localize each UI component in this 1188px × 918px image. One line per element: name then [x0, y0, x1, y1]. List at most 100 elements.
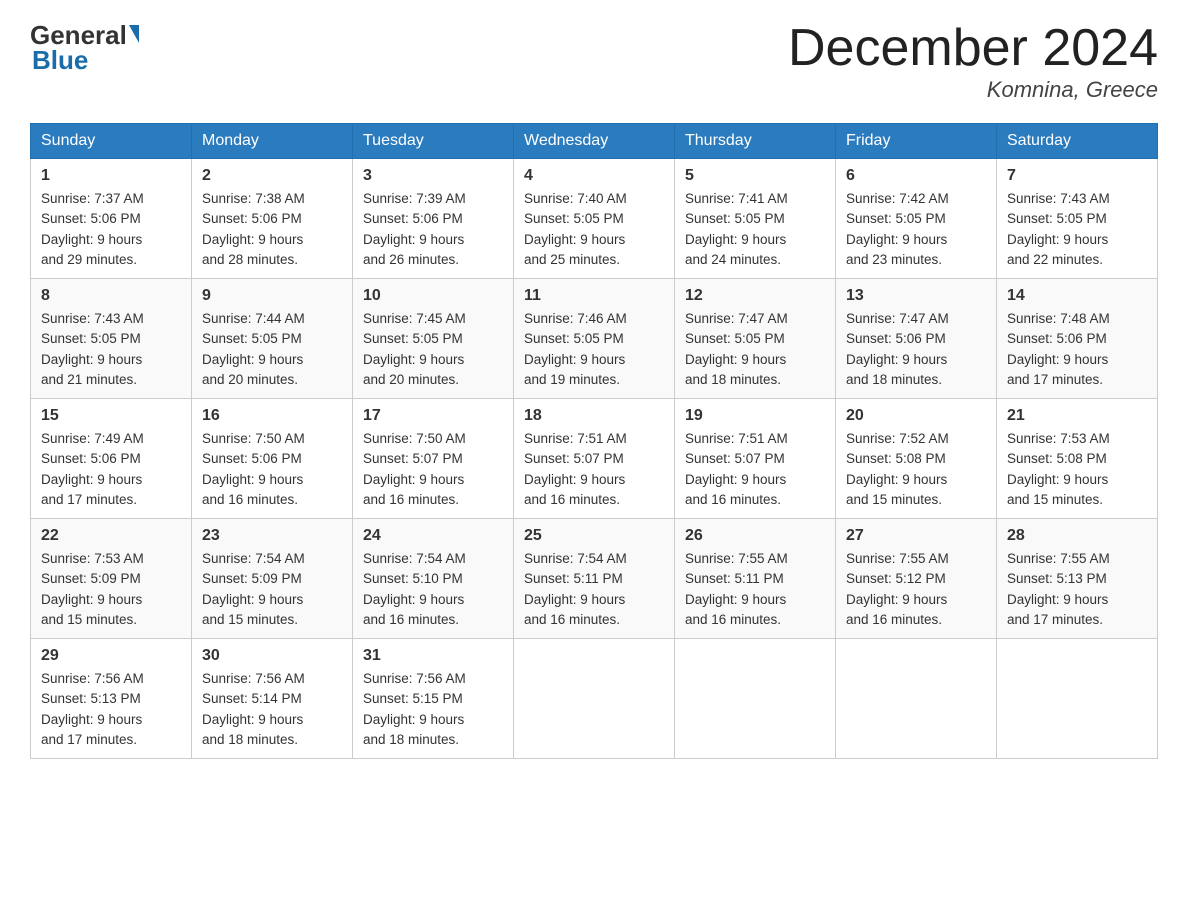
- calendar-cell: 9Sunrise: 7:44 AMSunset: 5:05 PMDaylight…: [192, 279, 353, 399]
- page-header: General Blue December 2024 Komnina, Gree…: [30, 20, 1158, 103]
- calendar-cell: 30 Sunrise: 7:56 AMSunset: 5:14 PMDayligh…: [192, 639, 353, 759]
- day-info: Sunrise: 7:55 AMSunset: 5:13 PMDaylight:…: [1007, 549, 1147, 630]
- day-number: 21: [1007, 407, 1147, 425]
- day-info: Sunrise: 7:46 AMSunset: 5:05 PMDaylight:…: [524, 309, 664, 390]
- day-info: Sunrise: 7:54 AMSunset: 5:09 PMDaylight:…: [202, 549, 342, 630]
- calendar-cell: 19 Sunrise: 7:51 AMSunset: 5:07 PMDayligh…: [675, 399, 836, 519]
- day-number: 30: [202, 647, 342, 665]
- calendar-cell: 18 Sunrise: 7:51 AMSunset: 5:07 PMDayligh…: [514, 399, 675, 519]
- day-info: Sunrise: 7:53 AMSunset: 5:09 PMDaylight:…: [41, 549, 181, 630]
- calendar-cell: 5 Sunrise: 7:41 AMSunset: 5:05 PMDaylight…: [675, 159, 836, 279]
- day-info: Sunrise: 7:49 AMSunset: 5:06 PMDaylight:…: [41, 429, 181, 510]
- calendar-cell: 7 Sunrise: 7:43 AMSunset: 5:05 PMDaylight…: [997, 159, 1158, 279]
- day-number: 1: [41, 167, 181, 185]
- day-number: 2: [202, 167, 342, 185]
- day-number: 20: [846, 407, 986, 425]
- calendar-cell: [514, 639, 675, 759]
- week-row-2: 8 Sunrise: 7:43 AMSunset: 5:05 PMDaylight…: [31, 279, 1158, 399]
- calendar-cell: [997, 639, 1158, 759]
- weekday-header-wednesday: Wednesday: [514, 124, 675, 159]
- calendar-cell: 26Sunrise: 7:55 AMSunset: 5:11 PMDayligh…: [675, 519, 836, 639]
- day-number: 25: [524, 527, 664, 545]
- weekday-header-row: SundayMondayTuesdayWednesdayThursdayFrid…: [31, 124, 1158, 159]
- day-info: Sunrise: 7:56 AMSunset: 5:13 PMDaylight:…: [41, 669, 181, 750]
- calendar-cell: 15Sunrise: 7:49 AMSunset: 5:06 PMDayligh…: [31, 399, 192, 519]
- day-number: 14: [1007, 287, 1147, 305]
- calendar-cell: 21 Sunrise: 7:53 AMSunset: 5:08 PMDayligh…: [997, 399, 1158, 519]
- day-info: Sunrise: 7:42 AMSunset: 5:05 PMDaylight:…: [846, 189, 986, 270]
- day-number: 7: [1007, 167, 1147, 185]
- day-info: Sunrise: 7:48 AMSunset: 5:06 PMDaylight:…: [1007, 309, 1147, 390]
- month-title: December 2024: [788, 20, 1158, 77]
- calendar-cell: 2 Sunrise: 7:38 AMSunset: 5:06 PMDaylight…: [192, 159, 353, 279]
- calendar-cell: 3Sunrise: 7:39 AMSunset: 5:06 PMDaylight…: [353, 159, 514, 279]
- day-info: Sunrise: 7:55 AMSunset: 5:12 PMDaylight:…: [846, 549, 986, 630]
- calendar-cell: 22 Sunrise: 7:53 AMSunset: 5:09 PMDayligh…: [31, 519, 192, 639]
- day-info: Sunrise: 7:47 AMSunset: 5:06 PMDaylight:…: [846, 309, 986, 390]
- weekday-header-sunday: Sunday: [31, 124, 192, 159]
- calendar-cell: 16Sunrise: 7:50 AMSunset: 5:06 PMDayligh…: [192, 399, 353, 519]
- weekday-header-tuesday: Tuesday: [353, 124, 514, 159]
- calendar-cell: 6Sunrise: 7:42 AMSunset: 5:05 PMDaylight…: [836, 159, 997, 279]
- logo-blue-text: Blue: [32, 45, 88, 76]
- day-info: Sunrise: 7:54 AMSunset: 5:10 PMDaylight:…: [363, 549, 503, 630]
- calendar-cell: 27 Sunrise: 7:55 AMSunset: 5:12 PMDayligh…: [836, 519, 997, 639]
- day-number: 19: [685, 407, 825, 425]
- calendar-cell: 10 Sunrise: 7:45 AMSunset: 5:05 PMDayligh…: [353, 279, 514, 399]
- title-area: December 2024 Komnina, Greece: [788, 20, 1158, 103]
- day-number: 5: [685, 167, 825, 185]
- day-info: Sunrise: 7:51 AMSunset: 5:07 PMDaylight:…: [685, 429, 825, 510]
- day-number: 24: [363, 527, 503, 545]
- day-info: Sunrise: 7:51 AMSunset: 5:07 PMDaylight:…: [524, 429, 664, 510]
- day-number: 27: [846, 527, 986, 545]
- location-subtitle: Komnina, Greece: [788, 77, 1158, 103]
- day-info: Sunrise: 7:47 AMSunset: 5:05 PMDaylight:…: [685, 309, 825, 390]
- calendar-cell: 28Sunrise: 7:55 AMSunset: 5:13 PMDayligh…: [997, 519, 1158, 639]
- week-row-1: 1 Sunrise: 7:37 AMSunset: 5:06 PMDaylight…: [31, 159, 1158, 279]
- week-row-4: 22 Sunrise: 7:53 AMSunset: 5:09 PMDayligh…: [31, 519, 1158, 639]
- calendar-cell: 1 Sunrise: 7:37 AMSunset: 5:06 PMDaylight…: [31, 159, 192, 279]
- day-number: 16: [202, 407, 342, 425]
- day-number: 23: [202, 527, 342, 545]
- day-info: Sunrise: 7:37 AMSunset: 5:06 PMDaylight:…: [41, 189, 181, 270]
- day-info: Sunrise: 7:41 AMSunset: 5:05 PMDaylight:…: [685, 189, 825, 270]
- calendar-cell: 20 Sunrise: 7:52 AMSunset: 5:08 PMDayligh…: [836, 399, 997, 519]
- day-info: Sunrise: 7:52 AMSunset: 5:08 PMDaylight:…: [846, 429, 986, 510]
- day-number: 10: [363, 287, 503, 305]
- day-number: 22: [41, 527, 181, 545]
- day-info: Sunrise: 7:50 AMSunset: 5:07 PMDaylight:…: [363, 429, 503, 510]
- calendar-cell: [836, 639, 997, 759]
- calendar-cell: 23 Sunrise: 7:54 AMSunset: 5:09 PMDayligh…: [192, 519, 353, 639]
- day-info: Sunrise: 7:43 AMSunset: 5:05 PMDaylight:…: [1007, 189, 1147, 270]
- day-number: 8: [41, 287, 181, 305]
- week-row-5: 29 Sunrise: 7:56 AMSunset: 5:13 PMDayligh…: [31, 639, 1158, 759]
- calendar-cell: 29 Sunrise: 7:56 AMSunset: 5:13 PMDayligh…: [31, 639, 192, 759]
- day-info: Sunrise: 7:55 AMSunset: 5:11 PMDaylight:…: [685, 549, 825, 630]
- logo-triangle-icon: [129, 25, 139, 43]
- calendar-cell: 4Sunrise: 7:40 AMSunset: 5:05 PMDaylight…: [514, 159, 675, 279]
- weekday-header-friday: Friday: [836, 124, 997, 159]
- day-number: 18: [524, 407, 664, 425]
- calendar-cell: 11Sunrise: 7:46 AMSunset: 5:05 PMDayligh…: [514, 279, 675, 399]
- calendar-cell: 8 Sunrise: 7:43 AMSunset: 5:05 PMDaylight…: [31, 279, 192, 399]
- day-info: Sunrise: 7:45 AMSunset: 5:05 PMDaylight:…: [363, 309, 503, 390]
- day-info: Sunrise: 7:56 AMSunset: 5:15 PMDaylight:…: [363, 669, 503, 750]
- calendar-table: SundayMondayTuesdayWednesdayThursdayFrid…: [30, 123, 1158, 759]
- day-number: 4: [524, 167, 664, 185]
- calendar-cell: 14 Sunrise: 7:48 AMSunset: 5:06 PMDayligh…: [997, 279, 1158, 399]
- day-number: 31: [363, 647, 503, 665]
- day-number: 29: [41, 647, 181, 665]
- calendar-cell: 13 Sunrise: 7:47 AMSunset: 5:06 PMDayligh…: [836, 279, 997, 399]
- calendar-cell: 25 Sunrise: 7:54 AMSunset: 5:11 PMDayligh…: [514, 519, 675, 639]
- day-info: Sunrise: 7:56 AMSunset: 5:14 PMDaylight:…: [202, 669, 342, 750]
- day-number: 13: [846, 287, 986, 305]
- day-info: Sunrise: 7:43 AMSunset: 5:05 PMDaylight:…: [41, 309, 181, 390]
- day-number: 3: [363, 167, 503, 185]
- weekday-header-saturday: Saturday: [997, 124, 1158, 159]
- day-info: Sunrise: 7:53 AMSunset: 5:08 PMDaylight:…: [1007, 429, 1147, 510]
- day-info: Sunrise: 7:38 AMSunset: 5:06 PMDaylight:…: [202, 189, 342, 270]
- day-info: Sunrise: 7:54 AMSunset: 5:11 PMDaylight:…: [524, 549, 664, 630]
- calendar-cell: [675, 639, 836, 759]
- weekday-header-monday: Monday: [192, 124, 353, 159]
- calendar-cell: 17Sunrise: 7:50 AMSunset: 5:07 PMDayligh…: [353, 399, 514, 519]
